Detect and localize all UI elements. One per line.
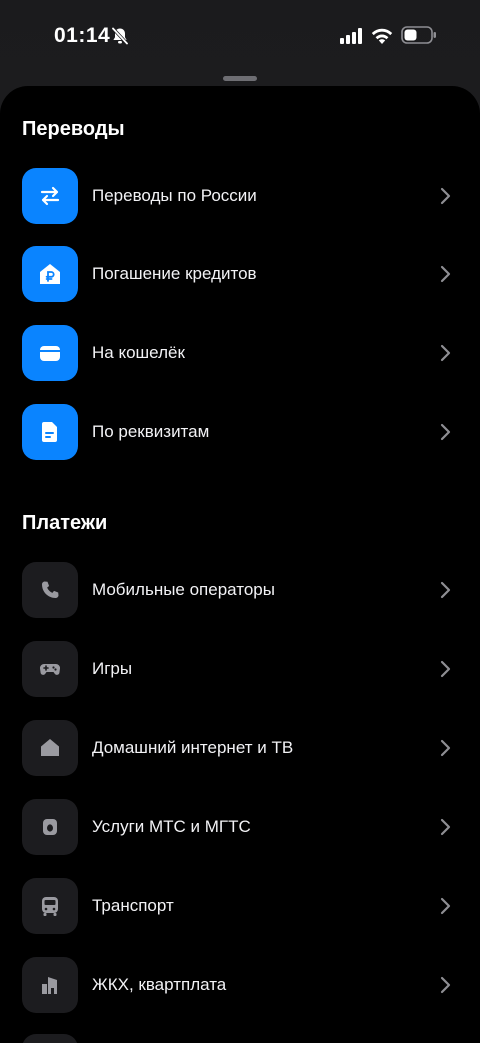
screen: 01:14 Переводы Переводы по России Погаше… — [0, 0, 480, 1043]
list-item-home-internet-tv[interactable]: Домашний интернет и ТВ — [0, 712, 480, 784]
list-item-mts-mgts-services[interactable]: Услуги МТС и МГТС — [0, 791, 480, 863]
row-label: По реквизитам — [92, 422, 210, 441]
list-item-transfers-russia[interactable]: Переводы по России — [0, 160, 480, 232]
gamepad-icon — [22, 641, 78, 697]
home-icon — [22, 720, 78, 776]
chevron-right-icon — [440, 976, 451, 994]
sheet-grabber-handle[interactable] — [223, 76, 257, 81]
bottom-sheet: Переводы Переводы по России Погашение кр… — [0, 86, 480, 1043]
section-title-payments: Платежи — [22, 512, 108, 534]
phone-icon — [22, 562, 78, 618]
chevron-right-icon — [440, 581, 451, 599]
list-item-utilities[interactable]: ЖКХ, квартплата — [0, 949, 480, 1021]
row-label: Домашний интернет и ТВ — [92, 738, 294, 757]
document-icon — [22, 404, 78, 460]
row-label: На кошелёк — [92, 343, 185, 362]
status-bar: 01:14 — [0, 0, 480, 70]
chevron-right-icon — [440, 818, 451, 836]
arrows-swap-icon — [22, 168, 78, 224]
section-title-transfers: Переводы — [22, 118, 125, 140]
row-label: Погашение кредитов — [92, 264, 257, 283]
list-item-by-requisites[interactable]: По реквизитам — [0, 396, 480, 468]
row-label: Игры — [92, 659, 133, 678]
bus-icon — [22, 878, 78, 934]
mts-icon — [22, 799, 78, 855]
chevron-right-icon — [440, 660, 451, 678]
wifi-icon — [371, 28, 393, 44]
list-item-loan-repayment[interactable]: Погашение кредитов — [0, 238, 480, 310]
row-label: Мобильные операторы — [92, 580, 275, 599]
partial-list-item-icon — [22, 1034, 78, 1043]
wallet-icon — [22, 325, 78, 381]
list-item-transport[interactable]: Транспорт — [0, 870, 480, 942]
status-time: 01:14 — [54, 24, 111, 47]
bell-muted-icon — [111, 27, 129, 45]
row-label: Услуги МТС и МГТС — [92, 817, 251, 836]
row-label: Переводы по России — [92, 186, 257, 205]
chevron-right-icon — [440, 187, 451, 205]
list-item-mobile-operators[interactable]: Мобильные операторы — [0, 554, 480, 626]
row-label: Транспорт — [92, 896, 174, 915]
chevron-right-icon — [440, 897, 451, 915]
cellular-signal-icon — [340, 28, 362, 44]
chevron-right-icon — [440, 344, 451, 362]
buildings-icon — [22, 957, 78, 1013]
list-item-wallet[interactable]: На кошелёк — [0, 317, 480, 389]
chevron-right-icon — [440, 739, 451, 757]
chevron-right-icon — [440, 423, 451, 441]
battery-icon — [401, 26, 436, 44]
list-item-games[interactable]: Игры — [0, 633, 480, 705]
chevron-right-icon — [440, 265, 451, 283]
row-label: ЖКХ, квартплата — [92, 975, 227, 994]
house-ruble-icon — [22, 246, 78, 302]
